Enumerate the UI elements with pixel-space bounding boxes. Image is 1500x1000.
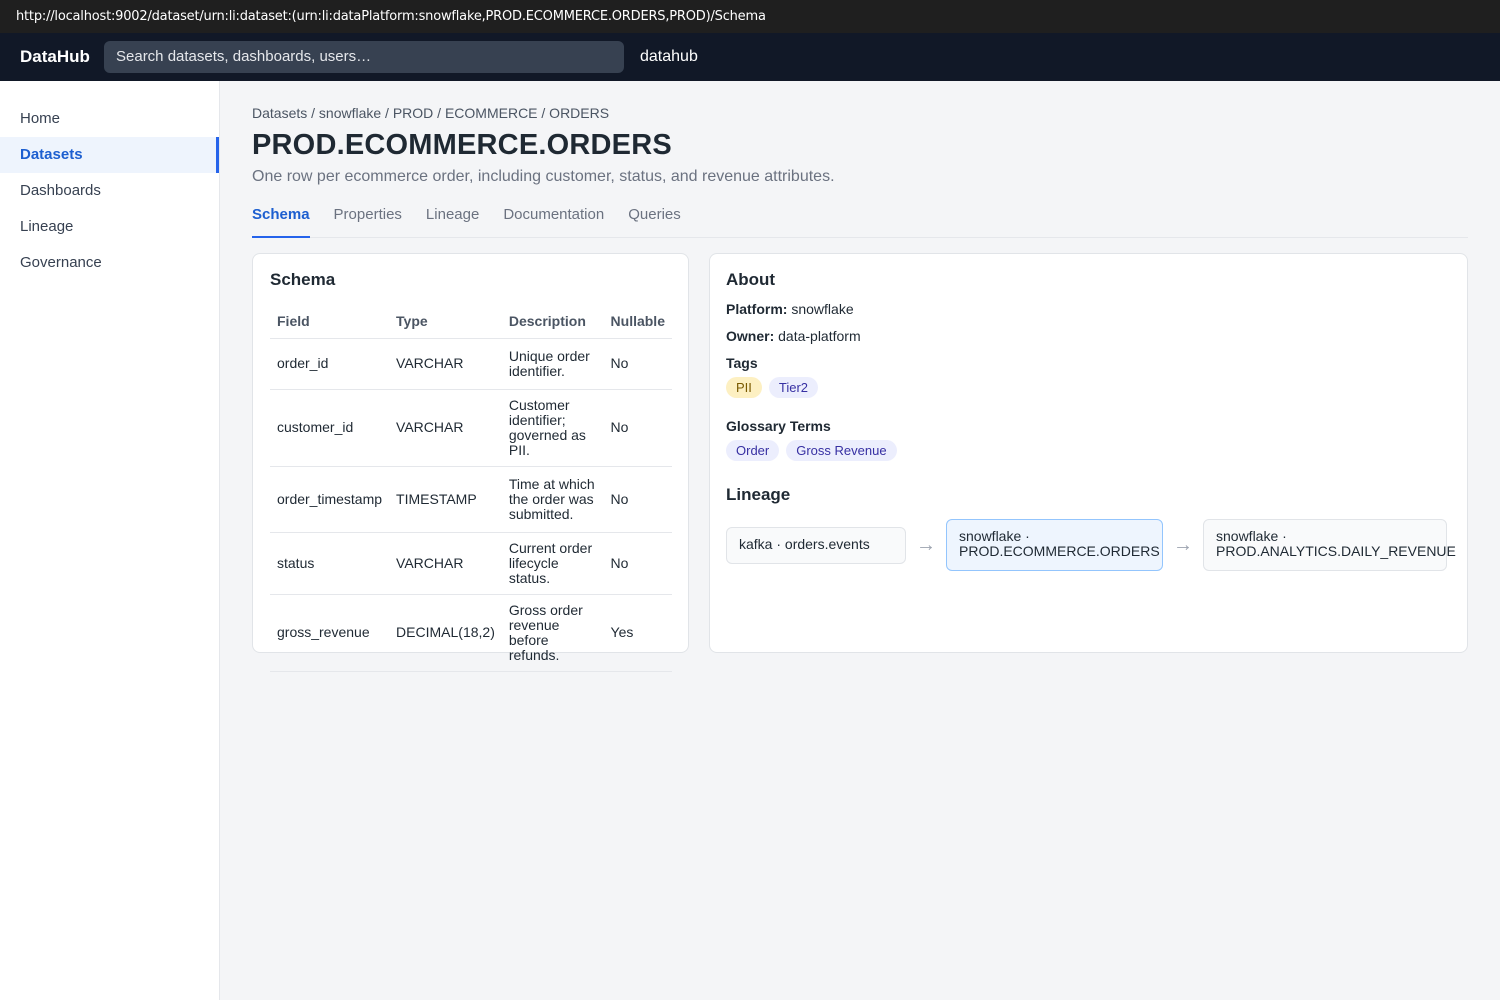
brand-logo[interactable]: DataHub	[20, 47, 104, 67]
field-nullable: No	[603, 466, 672, 533]
table-row[interactable]: order_timestamp TIMESTAMP Time at which …	[270, 466, 672, 533]
arrow-right-icon: →	[916, 533, 936, 556]
tags-list: PII Tier2	[726, 377, 1451, 398]
field-name: order_id	[270, 338, 390, 390]
browser-url-bar[interactable]: http://localhost:9002/dataset/urn:li:dat…	[0, 0, 1500, 33]
field-type: TIMESTAMP	[389, 466, 502, 533]
sidebar: Home Datasets Dashboards Lineage Governa…	[0, 81, 220, 1000]
sidebar-item-home[interactable]: Home	[0, 101, 219, 137]
owner-label: Owner:	[726, 328, 775, 344]
table-row[interactable]: order_id VARCHAR Unique order identifier…	[270, 338, 672, 390]
tab-lineage[interactable]: Lineage	[426, 206, 479, 238]
lineage-section-title: Lineage	[726, 485, 791, 504]
arrow-right-icon: →	[1173, 533, 1193, 556]
field-type: VARCHAR	[389, 532, 502, 595]
tab-schema[interactable]: Schema	[252, 206, 310, 238]
breadcrumb[interactable]: Datasets / snowflake / PROD / ECOMMERCE …	[252, 105, 1468, 121]
tab-queries[interactable]: Queries	[628, 206, 681, 238]
tag-chip-tier2[interactable]: Tier2	[768, 377, 819, 398]
field-description: Unique order identifier.	[501, 338, 604, 390]
table-row[interactable]: customer_id VARCHAR Customer identifier;…	[270, 389, 672, 467]
field-nullable: Yes	[603, 594, 672, 672]
content-cards: Schema Field Type Description Nullable o…	[252, 253, 1468, 672]
field-description: Customer identifier; governed as PII.	[501, 389, 604, 467]
field-nullable: No	[603, 338, 672, 390]
lineage-graph: kafka · orders.events → snowflake · PROD…	[726, 519, 1456, 571]
column-header-field: Field	[270, 304, 390, 339]
about-card: About Platform: snowflake Owner: data-pl…	[709, 253, 1468, 653]
table-row[interactable]: status VARCHAR Current order lifecycle s…	[270, 532, 672, 595]
tab-documentation[interactable]: Documentation	[503, 206, 604, 238]
table-row[interactable]: gross_revenue DECIMAL(18,2) Gross order …	[270, 594, 672, 672]
field-type: DECIMAL(18,2)	[389, 594, 502, 672]
page-description: One row per ecommerce order, including c…	[252, 168, 835, 185]
platform-row: Platform: snowflake	[726, 301, 1451, 317]
schema-card-title: Schema	[270, 270, 336, 289]
page-title: PROD.ECOMMERCE.ORDERS	[252, 129, 672, 161]
lineage-node-current[interactable]: snowflake · PROD.ECOMMERCE.ORDERS	[946, 519, 1163, 571]
field-type: VARCHAR	[389, 338, 502, 390]
user-menu[interactable]: datahub	[640, 48, 698, 66]
search-input[interactable]	[104, 41, 624, 73]
tab-bar: Schema Properties Lineage Documentation …	[252, 206, 1468, 238]
top-navigation: DataHub datahub	[0, 33, 1500, 81]
sidebar-item-dashboards[interactable]: Dashboards	[0, 173, 219, 209]
main-content: Datasets / snowflake / PROD / ECOMMERCE …	[252, 81, 1468, 672]
tab-properties[interactable]: Properties	[334, 206, 402, 238]
field-type: VARCHAR	[389, 389, 502, 467]
field-name: customer_id	[270, 389, 390, 467]
schema-table: Field Type Description Nullable order_id…	[270, 304, 672, 672]
term-chip-order[interactable]: Order	[726, 440, 780, 461]
field-nullable: No	[603, 389, 672, 467]
field-nullable: No	[603, 532, 672, 595]
tag-chip-pii[interactable]: PII	[726, 377, 762, 398]
field-description: Time at which the order was submitted.	[501, 466, 604, 533]
glossary-terms-label: Glossary Terms	[726, 418, 831, 434]
field-name: order_timestamp	[270, 466, 390, 533]
lineage-node-downstream[interactable]: snowflake · PROD.ANALYTICS.DAILY_REVENUE	[1203, 519, 1456, 571]
field-name: status	[270, 532, 390, 595]
field-description: Current order lifecycle status.	[501, 532, 604, 595]
lineage-node-upstream[interactable]: kafka · orders.events	[726, 526, 906, 564]
column-header-type: Type	[389, 304, 502, 339]
sidebar-item-lineage[interactable]: Lineage	[0, 209, 219, 245]
sidebar-item-datasets[interactable]: Datasets	[0, 137, 219, 173]
sidebar-item-governance[interactable]: Governance	[0, 245, 219, 281]
owner-row: Owner: data-platform	[726, 328, 1451, 344]
column-header-nullable: Nullable	[603, 304, 672, 339]
tags-label: Tags	[726, 355, 758, 371]
owner-value[interactable]: data-platform	[778, 328, 860, 344]
schema-header-row: Field Type Description Nullable	[270, 304, 672, 339]
column-header-description: Description	[501, 304, 604, 339]
glossary-terms-list: Order Gross Revenue	[726, 440, 1451, 461]
platform-value: snowflake	[791, 301, 854, 317]
platform-label: Platform:	[726, 301, 788, 317]
field-name: gross_revenue	[270, 594, 390, 672]
term-chip-gross-revenue[interactable]: Gross Revenue	[786, 440, 897, 461]
field-description: Gross order revenue before refunds.	[501, 594, 604, 672]
schema-card: Schema Field Type Description Nullable o…	[252, 253, 689, 672]
about-card-title: About	[726, 270, 776, 289]
